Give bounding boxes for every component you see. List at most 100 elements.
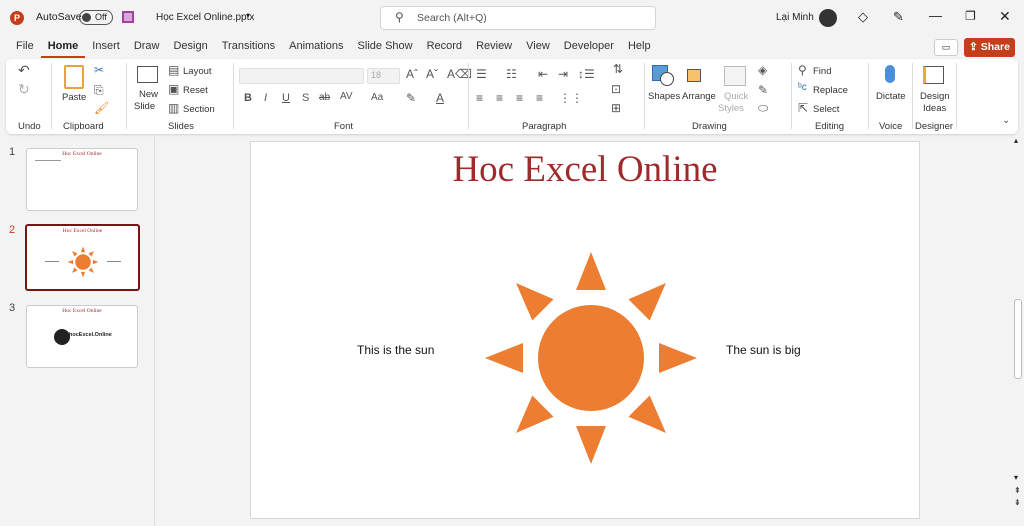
left-text[interactable]: This is the sun	[357, 343, 434, 357]
tab-design[interactable]: Design	[166, 38, 214, 58]
slide-thumbnail-3[interactable]: Hoc Excel Online hocExcel.Online	[26, 305, 138, 368]
tab-home[interactable]: Home	[40, 38, 86, 58]
align-left-icon[interactable]: ≡	[476, 91, 483, 105]
arrange-icon[interactable]	[687, 69, 701, 82]
dictate-button[interactable]: Dictate	[876, 91, 906, 102]
decrease-font-icon[interactable]: Aˇ	[426, 67, 438, 81]
avatar[interactable]	[819, 9, 837, 27]
redo-icon[interactable]: ↻	[18, 81, 30, 98]
tab-help[interactable]: Help	[621, 38, 658, 58]
shape-outline-icon[interactable]: ✎	[758, 83, 768, 97]
tab-slide-show[interactable]: Slide Show	[351, 38, 420, 58]
premium-diamond-icon[interactable]: ◇	[858, 9, 868, 25]
align-text-icon[interactable]: ⊡	[611, 82, 621, 96]
smartart-icon[interactable]: ⊞	[611, 101, 621, 115]
shape-effects-icon[interactable]: ⬭	[758, 101, 768, 116]
cut-icon[interactable]: ✂	[94, 63, 104, 77]
shadow-icon[interactable]: S	[302, 92, 309, 104]
quick-styles-button-line2[interactable]: Styles	[718, 103, 744, 114]
file-name-chevron-icon[interactable]: ▾	[246, 11, 250, 20]
slide-thumbnail-1[interactable]: Hoc Excel Online	[26, 148, 138, 211]
new-slide-button[interactable]: New	[139, 89, 158, 100]
new-slide-button-line2[interactable]: Slide	[134, 101, 155, 112]
shapes-button[interactable]: Shapes	[648, 91, 680, 102]
replace-button[interactable]: Replace	[813, 85, 848, 96]
font-name-select[interactable]	[239, 68, 364, 84]
slide-thumbnail-2[interactable]: Hoc Excel Online	[25, 224, 140, 291]
font-size-select[interactable]: 18	[367, 68, 400, 84]
italic-icon[interactable]: I	[264, 92, 267, 104]
close-button[interactable]: ✕	[999, 8, 1011, 25]
align-right-icon[interactable]: ≡	[516, 91, 523, 105]
designer-pen-icon[interactable]: ✎	[893, 9, 904, 25]
tab-review[interactable]: Review	[469, 38, 519, 58]
find-button[interactable]: Find	[813, 66, 831, 77]
bullets-icon[interactable]: ☰	[476, 67, 487, 81]
columns-icon[interactable]: ⋮⋮	[559, 91, 583, 105]
layout-icon: ▤	[168, 63, 180, 77]
replace-icon: ᵇc	[798, 82, 807, 93]
next-slide-icon[interactable]: ⇟	[1014, 498, 1021, 507]
tab-record[interactable]: Record	[420, 38, 469, 58]
align-center-icon[interactable]: ≡	[496, 91, 503, 105]
arrange-button[interactable]: Arrange	[682, 91, 716, 102]
decrease-indent-icon[interactable]: ⇤	[538, 67, 548, 81]
tab-draw[interactable]: Draw	[127, 38, 167, 58]
layout-button[interactable]: Layout	[183, 66, 212, 77]
quick-styles-icon[interactable]	[724, 66, 746, 86]
strikethrough-icon[interactable]: ab	[319, 92, 330, 103]
microphone-icon[interactable]	[885, 65, 895, 83]
section-button[interactable]: Section	[183, 104, 215, 115]
bold-icon[interactable]: B	[244, 92, 252, 104]
scroll-up-icon[interactable]: ▴	[1014, 136, 1018, 145]
slide-title[interactable]: Hoc Excel Online	[251, 148, 919, 191]
paste-button[interactable]: Paste	[62, 92, 86, 103]
highlight-icon[interactable]: ✎	[406, 91, 416, 105]
tab-animations[interactable]: Animations	[282, 38, 350, 58]
tab-developer[interactable]: Developer	[557, 38, 621, 58]
autosave-toggle[interactable]: Off	[79, 10, 113, 25]
shape-fill-icon[interactable]: ◈	[758, 63, 767, 77]
undo-icon[interactable]: ↶	[18, 62, 30, 79]
paste-icon[interactable]	[64, 65, 84, 89]
previous-slide-icon[interactable]: ⇞	[1014, 486, 1021, 495]
increase-font-icon[interactable]: Aˆ	[406, 67, 418, 81]
sun-shape[interactable]	[481, 248, 701, 468]
scrollbar-thumb[interactable]	[1014, 299, 1022, 379]
user-name[interactable]: Lại Minh	[776, 12, 814, 23]
quick-styles-button[interactable]: Quick	[724, 91, 748, 102]
increase-indent-icon[interactable]: ⇥	[558, 67, 568, 81]
design-ideas-button[interactable]: Design	[920, 91, 950, 102]
reset-button[interactable]: Reset	[183, 85, 208, 96]
select-button[interactable]: Select	[813, 104, 839, 115]
file-name[interactable]: Học Excel Online.pptx	[156, 12, 254, 23]
tab-file[interactable]: File	[9, 38, 41, 58]
line-spacing-icon[interactable]: ↕☰	[578, 67, 595, 81]
vertical-scrollbar[interactable]: ▴ ▾ ⇞ ⇟	[1012, 136, 1024, 526]
change-case-icon[interactable]: Aa	[371, 92, 383, 103]
right-text[interactable]: The sun is big	[726, 343, 801, 357]
new-slide-icon[interactable]	[137, 66, 158, 83]
minimize-button[interactable]: —	[929, 8, 942, 23]
tab-transitions[interactable]: Transitions	[215, 38, 282, 58]
justify-icon[interactable]: ≡	[536, 91, 543, 105]
format-painter-icon[interactable]: 🖌	[94, 101, 109, 115]
slide-canvas[interactable]: Hoc Excel Online This is the sun The sun…	[250, 141, 920, 519]
collapse-ribbon-chevron-icon[interactable]: ⌄	[1002, 115, 1010, 126]
text-direction-icon[interactable]: ⇅	[613, 62, 623, 76]
restore-button[interactable]: ❐	[965, 9, 976, 23]
font-color-icon[interactable]: A	[436, 91, 444, 105]
char-spacing-icon[interactable]: AV	[340, 91, 353, 102]
share-button[interactable]: ⇪ Share	[964, 38, 1015, 57]
underline-icon[interactable]: U	[282, 92, 290, 104]
numbering-icon[interactable]: ☷	[506, 67, 517, 81]
tab-insert[interactable]: Insert	[85, 38, 127, 58]
design-ideas-button-line2[interactable]: Ideas	[923, 103, 946, 114]
scroll-down-icon[interactable]: ▾	[1014, 473, 1018, 482]
search-box[interactable]: ⚲ Search (Alt+Q)	[380, 6, 656, 30]
save-icon[interactable]	[122, 11, 134, 23]
design-ideas-icon[interactable]	[923, 66, 944, 84]
copy-icon[interactable]: ⎘	[94, 83, 104, 98]
comments-button[interactable]: ▭	[934, 39, 958, 56]
tab-view[interactable]: View	[519, 38, 557, 58]
